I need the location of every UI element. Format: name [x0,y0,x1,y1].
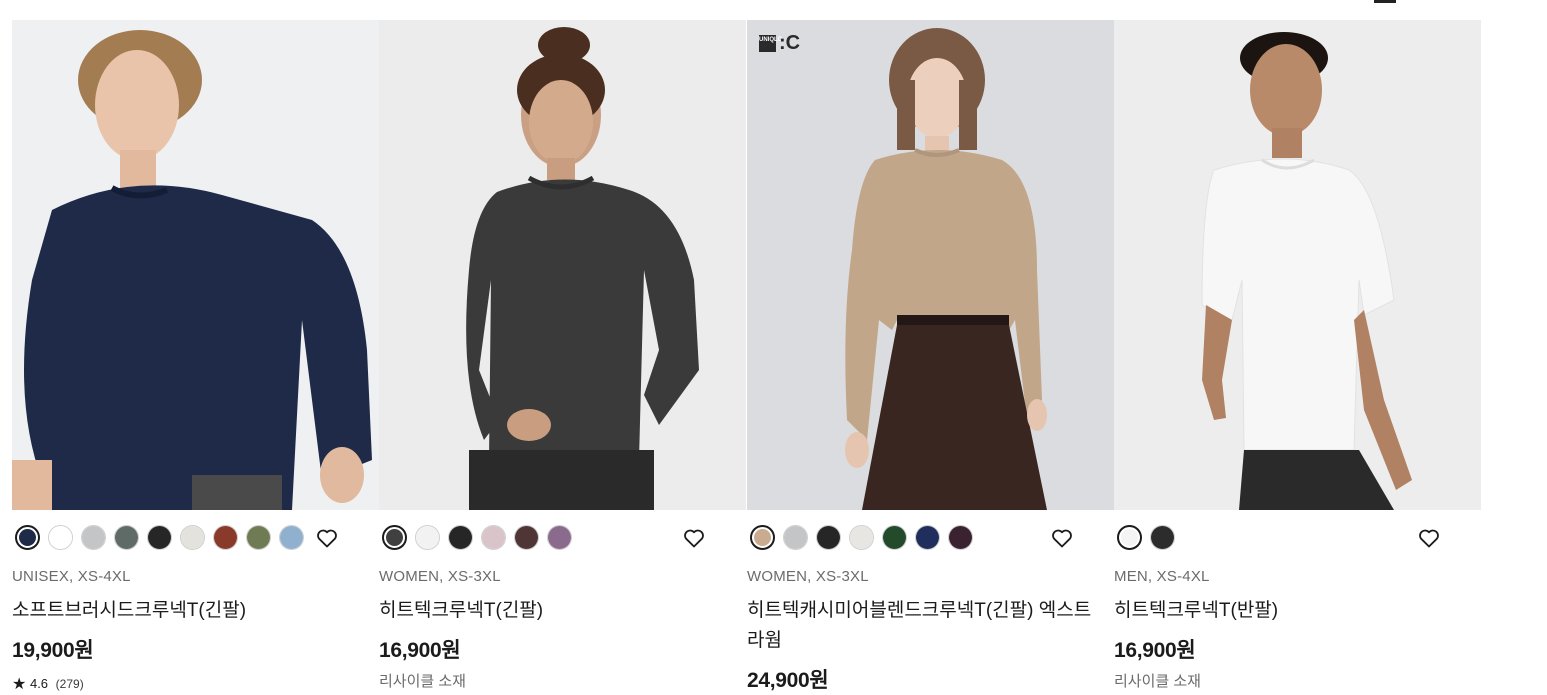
color-swatch-white[interactable] [48,525,73,550]
product-price: 24,900원 [747,669,829,692]
product-rating: ★ 4.6 (279) [12,674,84,694]
product-card[interactable]: UNIQLO :C WOMEN, XS-3XL 히트텍캐시미어블렌드크루넥T(긴… [747,20,1114,695]
product-name[interactable]: 히트텍크루넥T(긴팔) [379,596,739,626]
color-swatch-blue[interactable] [279,525,304,550]
color-swatch-black[interactable] [1150,525,1175,550]
product-card[interactable]: WOMEN, XS-3XL 히트텍크루넥T(긴팔) 16,900원 리사이클 소… [379,20,746,695]
review-count: (279) [55,677,84,691]
brand-logo-text: :C [779,32,801,54]
material-note: 리사이클 소재 [379,673,466,690]
color-swatch-purple[interactable] [547,525,572,550]
product-image[interactable] [379,20,746,510]
star-icon: ★ [12,676,27,693]
brand-logo-mark: UNIQLO [759,35,782,52]
color-swatch-navy[interactable] [915,525,940,550]
color-swatch-white[interactable] [1117,525,1142,550]
product-price: 16,900원 [1114,639,1196,662]
color-swatch-lightgray[interactable] [81,525,106,550]
brand-logo: UNIQLO :C [759,32,800,55]
color-swatch-brown[interactable] [213,525,238,550]
color-swatch-green[interactable] [882,525,907,550]
product-image[interactable] [1114,20,1481,510]
color-swatch-black[interactable] [147,525,172,550]
color-swatch-beige[interactable] [750,525,775,550]
material-note: 리사이클 소재 [1114,673,1201,690]
color-swatch-pink[interactable] [481,525,506,550]
product-category: WOMEN, XS-3XL [379,568,501,585]
product-image[interactable] [12,20,379,510]
product-price: 16,900원 [379,639,461,662]
color-swatch-navy[interactable] [15,525,40,550]
heart-outline-icon[interactable] [315,526,339,550]
product-name[interactable]: 소프트브러시드크루넥T(긴팔) [12,596,372,626]
rating-value: 4.6 [29,676,49,691]
product-category: UNISEX, XS-4XL [12,568,131,585]
product-price: 19,900원 [12,639,94,662]
product-image[interactable]: UNIQLO :C [747,20,1114,510]
color-swatch-offwhite[interactable] [180,525,205,550]
heart-outline-icon[interactable] [1417,526,1441,550]
color-swatch-gray[interactable] [783,525,808,550]
color-swatch-darkbrown[interactable] [514,525,539,550]
color-swatch-wine[interactable] [948,525,973,550]
product-card[interactable]: MEN, XS-4XL 히트텍크루넥T(반팔) 16,900원 리사이클 소재 [1114,20,1481,695]
product-category: MEN, XS-4XL [1114,568,1210,585]
color-swatch-offwhite[interactable] [849,525,874,550]
color-swatch-black[interactable] [816,525,841,550]
product-name[interactable]: 히트텍크루넥T(반팔) [1114,596,1474,626]
color-swatch-white[interactable] [415,525,440,550]
color-swatch-black[interactable] [448,525,473,550]
color-swatch-darkgray[interactable] [382,525,407,550]
product-card[interactable]: UNISEX, XS-4XL 소프트브러시드크루넥T(긴팔) 19,900원 ★… [12,20,379,695]
product-name[interactable]: 히트텍캐시미어블렌드크루넥T(긴팔) 엑스트라웜 [747,596,1107,656]
color-swatch-olive[interactable] [246,525,271,550]
heart-outline-icon[interactable] [682,526,706,550]
product-category: WOMEN, XS-3XL [747,568,869,585]
color-swatch-darkgreen-gray[interactable] [114,525,139,550]
heart-outline-icon[interactable] [1050,526,1074,550]
header-underline [1374,0,1396,3]
product-grid: UNISEX, XS-4XL 소프트브러시드크루넥T(긴팔) 19,900원 ★… [12,20,1482,695]
